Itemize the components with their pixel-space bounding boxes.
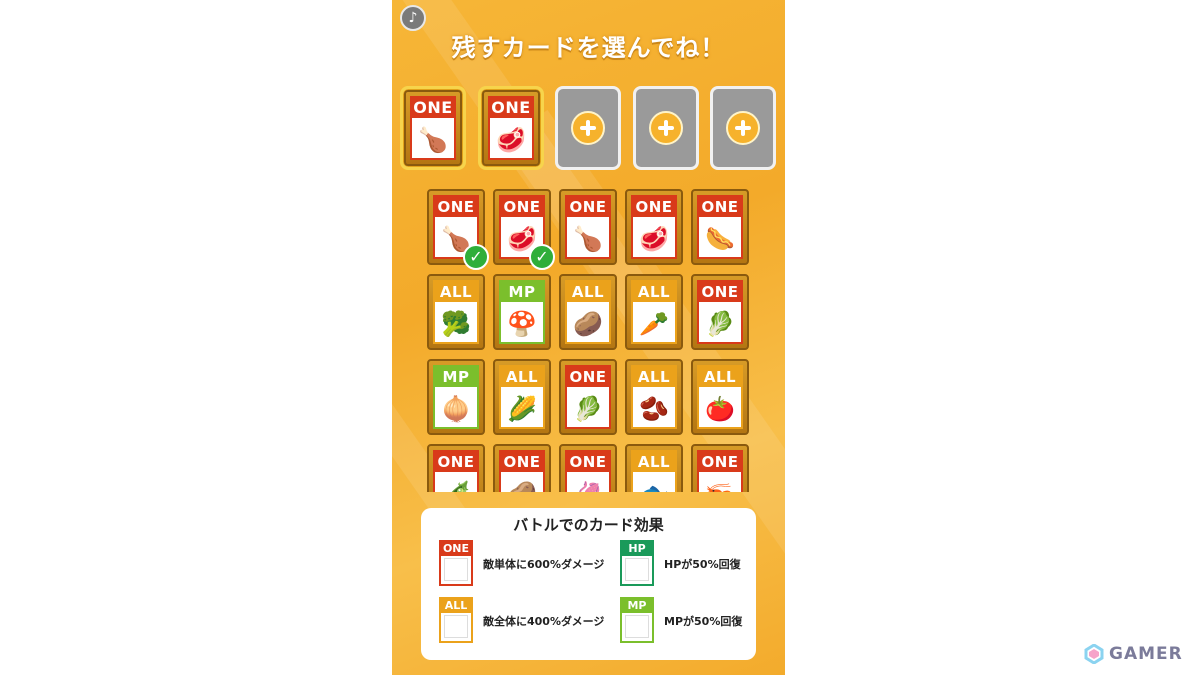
card-type-label: ONE [567, 452, 609, 472]
card-face: MP 🍄 [499, 280, 545, 344]
card-type-label: ALL [633, 367, 675, 387]
card-face: ALL 🥦 [433, 280, 479, 344]
card-face: ONE 🥬 [565, 365, 611, 429]
card-type-label: ALL [567, 282, 609, 302]
card-type-label: ONE [699, 282, 741, 302]
food-icon: 🥩 [639, 225, 669, 253]
legend-tag: HP [622, 542, 652, 556]
food-card[interactable]: ALL 🥦 [427, 274, 485, 350]
legend-description: 敵全体に400%ダメージ [483, 615, 605, 628]
card-type-label: ONE [633, 197, 675, 217]
card-face: ALL 🥕 [631, 280, 677, 344]
legend-card-icon: MP [620, 597, 654, 643]
food-card[interactable]: ONE 🥬 [691, 274, 749, 350]
card-type-label: ALL [501, 367, 543, 387]
card-face: ALL 🫘 [631, 365, 677, 429]
card-type-label: MP [435, 367, 477, 387]
food-card[interactable]: ONE 🫛 [427, 444, 485, 492]
food-icon: 🦐 [699, 474, 741, 492]
food-icon: 🍄 [507, 310, 537, 338]
food-icon: 🧅 [441, 395, 471, 423]
food-card[interactable]: ONE 🥬 [559, 359, 617, 435]
food-icon: 🍅 [705, 395, 735, 423]
card-type-label: ONE [699, 197, 741, 217]
food-icon: 🥬 [705, 310, 735, 338]
food-card[interactable]: ALL 🫘 [625, 359, 683, 435]
legend-tag: MP [622, 599, 652, 613]
legend-card-icon: ALL [439, 597, 473, 643]
food-card[interactable]: ONE 🦑 [559, 444, 617, 492]
watermark-text: GAMER [1109, 644, 1183, 664]
food-icon: 🥔 [573, 310, 603, 338]
food-card[interactable]: ALL 🍅 [691, 359, 749, 435]
food-icon: 🦑 [567, 474, 609, 492]
food-card[interactable]: ONE 🌭 [691, 189, 749, 265]
card-face: MP 🧅 [433, 365, 479, 429]
legend-card-icon: HP [620, 540, 654, 586]
food-card[interactable]: ALL 🥔 [559, 274, 617, 350]
card-type-label: ONE [699, 452, 741, 472]
card-grid: ONE 🍗 ✓ ONE 🥩 ✓ ONE 🍗 ONE 🥩 ONE 🌭 ALL 🥦 MP 🍄 ALL 🥔 ALL 🥕 ONE… [392, 0, 785, 492]
card-type-label: ONE [435, 452, 477, 472]
check-icon: ✓ [463, 244, 489, 270]
legend-description: MPが50%回復 [664, 615, 743, 628]
card-type-label: ALL [435, 282, 477, 302]
food-icon: 🌽 [507, 395, 537, 423]
card-face: ONE 🦑 [565, 450, 611, 492]
card-type-label: ALL [633, 282, 675, 302]
card-face: ONE 🫛 [433, 450, 479, 492]
food-icon: 🫛 [435, 474, 477, 492]
food-card[interactable]: ONE 🍗 [559, 189, 617, 265]
food-card[interactable]: ALL 🥕 [625, 274, 683, 350]
legend-description: HPが50%回復 [664, 558, 741, 571]
food-icon: 🥕 [639, 310, 669, 338]
check-icon: ✓ [529, 244, 555, 270]
card-face: ONE 🦐 [697, 450, 743, 492]
legend-title: バトルでのカード効果 [513, 516, 664, 534]
card-type-label: MP [501, 282, 543, 302]
card-type-label: ONE [435, 197, 477, 217]
gamer-logo-icon [1084, 644, 1104, 664]
legend-description: 敵単体に600%ダメージ [483, 558, 605, 571]
food-card[interactable]: ALL 🌽 [493, 359, 551, 435]
food-card[interactable]: MP 🧅 [427, 359, 485, 435]
food-card[interactable]: ALL 🐟 [625, 444, 683, 492]
food-icon: 🌭 [705, 225, 735, 253]
food-icon: 🐟 [633, 474, 675, 492]
food-icon: 🥔 [501, 474, 543, 492]
food-card[interactable]: ONE 🥩 [625, 189, 683, 265]
food-card[interactable]: ONE 🦐 [691, 444, 749, 492]
food-card[interactable]: MP 🍄 [493, 274, 551, 350]
card-face: ONE 🥩 [631, 195, 677, 259]
card-face: ALL 🥔 [565, 280, 611, 344]
card-face: ALL 🌽 [499, 365, 545, 429]
card-type-label: ONE [501, 452, 543, 472]
food-icon: 🥬 [573, 395, 603, 423]
legend-tag: ALL [441, 599, 471, 613]
legend-card-icon: ONE [439, 540, 473, 586]
food-card[interactable]: ONE 🥔 [493, 444, 551, 492]
food-icon: 🍗 [573, 225, 603, 253]
legend-tag: ONE [441, 542, 471, 556]
card-face: ONE 🥬 [697, 280, 743, 344]
card-face: ONE 🥔 [499, 450, 545, 492]
card-type-label: ONE [501, 197, 543, 217]
card-type-label: ALL [633, 452, 675, 472]
card-face: ALL 🐟 [631, 450, 677, 492]
food-icon: 🫘 [639, 395, 669, 423]
food-icon: 🥦 [441, 310, 471, 338]
card-effect-legend: バトルでのカード効果 ONE 敵単体に600%ダメージ HP HPが50%回復 ALL 敵… [421, 508, 756, 660]
card-type-label: ALL [699, 367, 741, 387]
card-type-label: ONE [567, 197, 609, 217]
card-type-label: ONE [567, 367, 609, 387]
card-face: ALL 🍅 [697, 365, 743, 429]
card-face: ONE 🍗 [565, 195, 611, 259]
card-face: ONE 🌭 [697, 195, 743, 259]
